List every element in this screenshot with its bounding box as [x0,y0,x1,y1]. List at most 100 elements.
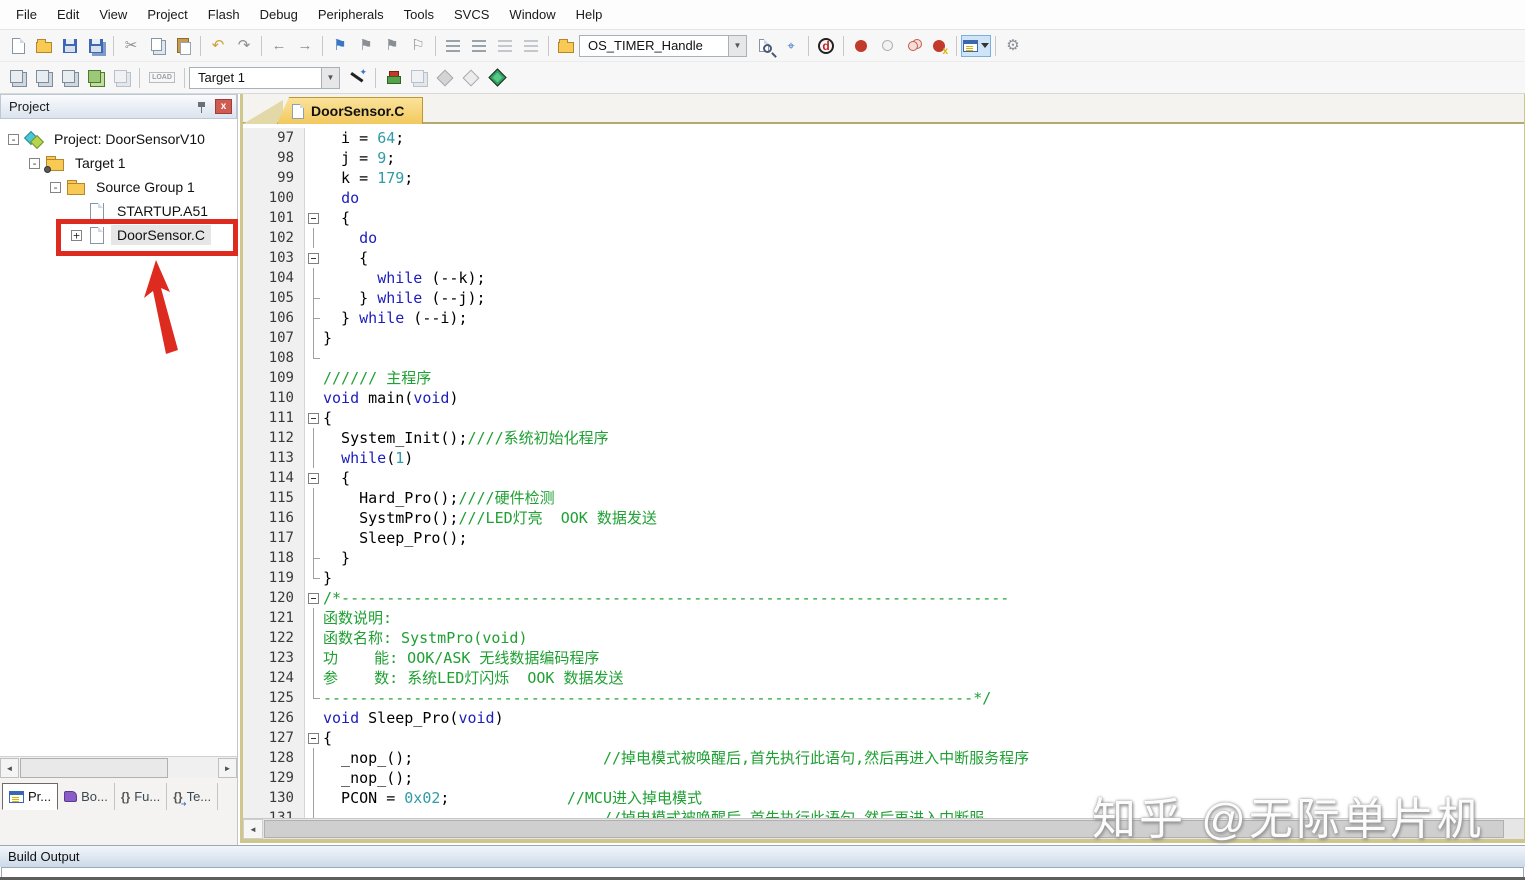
code-line-107[interactable]: 107} [243,328,1524,348]
copy-button[interactable] [145,34,169,58]
navigate-back-button[interactable]: ← [267,34,291,58]
tree-item-label[interactable]: Project: DoorSensorV10 [48,129,211,149]
build-output-content[interactable] [1,867,1524,877]
toggle-breakpoint-button[interactable] [849,34,873,58]
view-tab-fu[interactable]: {}Fu... [115,783,167,810]
window-layout-button[interactable] [961,35,991,57]
project-tree[interactable]: -Project: DoorSensorV10-Target 1-Source … [0,119,237,756]
code-line-124[interactable]: 124参 数: 系统LED灯闪烁 OOK 数据发送 [243,668,1524,688]
symbol-combobox[interactable]: OS_TIMER_Handle [579,35,729,57]
code-line-127[interactable]: 127{ [243,728,1524,748]
new-file-button[interactable] [6,34,30,58]
save-button[interactable] [58,34,82,58]
code-line-103[interactable]: 103 { [243,248,1524,268]
disable-all-breakpoints-button[interactable] [901,34,925,58]
code-line-117[interactable]: 117 Sleep_Pro(); [243,528,1524,548]
tree-item-label[interactable]: Source Group 1 [90,177,201,197]
toggle-bookmark-button[interactable]: ⚑ [328,34,352,58]
breakpoint-empty-icon[interactable] [875,34,899,58]
comment-selection-button[interactable] [493,34,517,58]
collapse-icon[interactable]: - [29,158,40,169]
menu-item-svcs[interactable]: SVCS [444,3,499,26]
pin-icon[interactable] [195,100,209,114]
tree-item-target-1[interactable]: -Target 1 [0,151,237,175]
tree-item-label[interactable]: STARTUP.A51 [111,201,214,221]
clear-bookmarks-button[interactable]: ⚐ [406,34,430,58]
next-bookmark-button[interactable]: ⚑ [380,34,404,58]
view-tab-te[interactable]: {}Te... [167,783,218,810]
translate-button[interactable] [6,66,30,90]
tree-item-source-group-1[interactable]: - Source Group 1 [0,175,237,199]
editor-tab-doorsensor[interactable]: DoorSensor.C [277,97,423,124]
code-line-104[interactable]: 104 while (--k); [243,268,1524,288]
code-line-112[interactable]: 112 System_Init();////系统初始化程序 [243,428,1524,448]
close-icon[interactable]: x [215,99,232,114]
code-line-120[interactable]: 120/*-----------------------------------… [243,588,1524,608]
pack-installer-button[interactable] [485,66,509,90]
start-stop-debug-button[interactable]: d [814,34,838,58]
code-line-128[interactable]: 128 _nop_(); //掉电模式被唤醒后,首先执行此语句,然后再进入中断服… [243,748,1524,768]
menu-item-view[interactable]: View [89,3,137,26]
code-line-111[interactable]: 111{ [243,408,1524,428]
target-combobox-dropdown[interactable]: ▼ [321,67,340,89]
fold-collapse-icon[interactable] [305,588,323,608]
fold-collapse-icon[interactable] [305,468,323,488]
menu-item-file[interactable]: File [6,3,47,26]
symbol-combobox-dropdown[interactable]: ▼ [728,35,747,57]
code-line-100[interactable]: 100 do [243,188,1524,208]
scroll-right-arrow[interactable]: ► [218,758,237,778]
scroll-thumb[interactable] [20,758,168,778]
code-line-126[interactable]: 126void Sleep_Pro(void) [243,708,1524,728]
undo-button[interactable]: ↶ [206,34,230,58]
download-to-flash-button[interactable]: LOAD [145,66,179,90]
open-file-button[interactable] [32,34,56,58]
rebuild-all-button[interactable] [58,66,82,90]
code-line-106[interactable]: 106 } while (--i); [243,308,1524,328]
code-line-119[interactable]: 119} [243,568,1524,588]
fold-collapse-icon[interactable] [305,248,323,268]
view-tab-pr[interactable]: Pr... [2,783,58,810]
find-in-files-button[interactable] [753,34,777,58]
code-line-102[interactable]: 102 do [243,228,1524,248]
menu-item-debug[interactable]: Debug [250,3,308,26]
fold-collapse-icon[interactable] [305,408,323,428]
code-line-116[interactable]: 116 SystmPro();///LED灯亮 OOK 数据发送 [243,508,1524,528]
flash-diamond-icon[interactable] [433,66,457,90]
code-line-98[interactable]: 98 j = 9; [243,148,1524,168]
browse-functions-icon[interactable] [554,34,578,58]
target-options-wand-button[interactable] [346,66,370,90]
menu-item-tools[interactable]: Tools [394,3,444,26]
multi-project-workspace-icon[interactable] [407,66,431,90]
code-line-108[interactable]: 108 [243,348,1524,368]
menu-item-project[interactable]: Project [137,3,197,26]
menu-item-help[interactable]: Help [566,3,613,26]
save-all-button[interactable] [84,34,108,58]
menu-item-flash[interactable]: Flash [198,3,250,26]
code-line-97[interactable]: 97 i = 64; [243,128,1524,148]
view-tab-bo[interactable]: Bo... [58,783,115,810]
code-line-123[interactable]: 123功 能: OOK/ASK 无线数据编码程序 [243,648,1524,668]
code-line-101[interactable]: 101 { [243,208,1524,228]
collapse-icon[interactable]: - [8,134,19,145]
menu-item-window[interactable]: Window [499,3,565,26]
stop-build-button[interactable] [110,66,134,90]
code-line-122[interactable]: 122函数名称: SystmPro(void) [243,628,1524,648]
scroll-left-arrow[interactable]: ◄ [0,758,19,778]
code-line-118[interactable]: 118 } [243,548,1524,568]
prev-bookmark-button[interactable]: ⚑ [354,34,378,58]
navigate-forward-button[interactable]: → [293,34,317,58]
code-area[interactable]: 97 i = 64;98 j = 9;99 k = 179;100 do101 … [243,124,1524,818]
code-line-99[interactable]: 99 k = 179; [243,168,1524,188]
build-button[interactable] [32,66,56,90]
kill-all-breakpoints-button[interactable] [927,34,951,58]
cut-button[interactable]: ✂ [119,34,143,58]
collapse-icon[interactable]: - [50,182,61,193]
code-line-110[interactable]: 110void main(void) [243,388,1524,408]
unindent-button[interactable] [441,34,465,58]
code-line-109[interactable]: 109////// 主程序 [243,368,1524,388]
tree-item-project-doorsensorv10[interactable]: - Project: DoorSensorV10 [0,127,237,151]
code-line-125[interactable]: 125-------------------------------------… [243,688,1524,708]
code-line-113[interactable]: 113 while(1) [243,448,1524,468]
code-line-105[interactable]: 105 } while (--j); [243,288,1524,308]
manage-components-button[interactable] [381,66,405,90]
